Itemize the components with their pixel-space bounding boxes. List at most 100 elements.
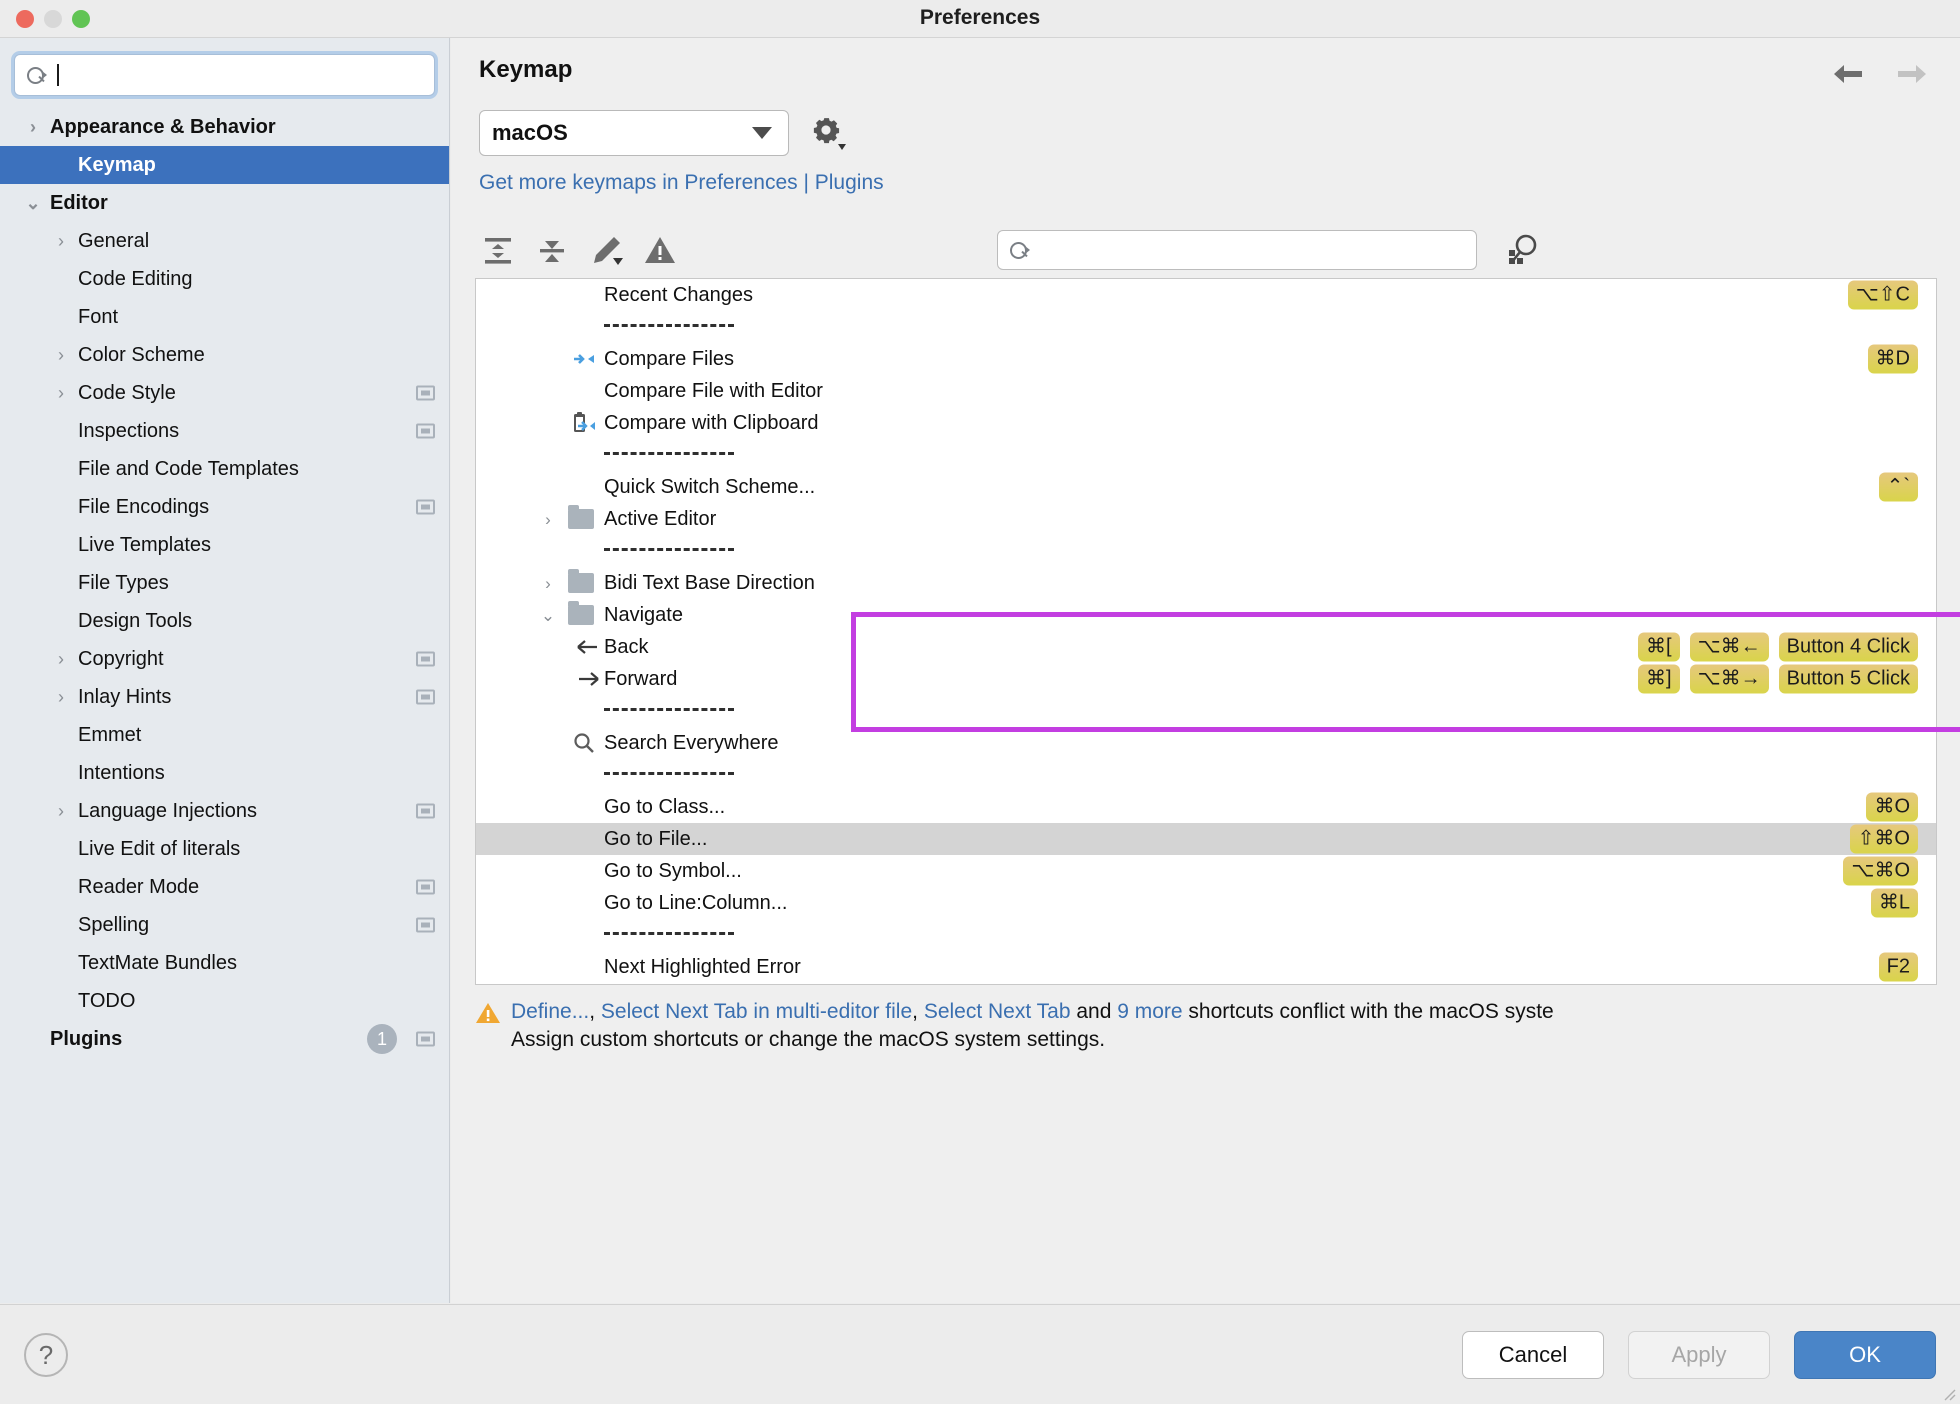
tree-row-label: Go to File... <box>604 827 708 850</box>
shortcut-badges: ⌃` <box>1878 472 1918 502</box>
sidebar-item-font[interactable]: Font <box>0 298 449 336</box>
sidebar-item-inspections[interactable]: Inspections <box>0 412 449 450</box>
shortcut-badge[interactable]: ⇧⌘O <box>1849 824 1918 854</box>
tree-action-row[interactable]: Quick Switch Scheme... ⌃` <box>476 471 1936 503</box>
shortcut-search-input[interactable] <box>997 230 1477 270</box>
shortcut-badge[interactable]: ⌘L <box>1870 888 1918 918</box>
get-more-keymaps-link[interactable]: Get more keymaps in Preferences | Plugin… <box>479 171 884 195</box>
sidebar-item-todo[interactable]: TODO <box>0 982 449 1020</box>
sidebar-item-emmet[interactable]: Emmet <box>0 716 449 754</box>
chevron-right-icon[interactable]: › <box>50 346 72 364</box>
sidebar-item-keymap[interactable]: Keymap <box>0 146 449 184</box>
back-button[interactable] <box>1828 58 1868 90</box>
sidebar-item-appearance-behavior[interactable]: › Appearance & Behavior <box>0 108 449 146</box>
tree-action-row[interactable]: Compare Files ⌘D <box>476 343 1936 375</box>
apply-button[interactable]: Apply <box>1628 1331 1770 1379</box>
chevron-right-icon[interactable]: › <box>538 511 558 528</box>
find-by-shortcut-button[interactable] <box>1501 230 1543 270</box>
conflict-link-select-next-tab-multi[interactable]: Select Next Tab in multi-editor file <box>601 1000 912 1023</box>
sidebar-item-editor[interactable]: ⌄ Editor <box>0 184 449 222</box>
chevron-right-icon[interactable]: › <box>50 802 72 820</box>
shortcut-badge[interactable]: ⌘[ <box>1638 632 1680 662</box>
chevron-right-icon[interactable]: › <box>50 232 72 250</box>
sidebar-item-textmate-bundles[interactable]: TextMate Bundles <box>0 944 449 982</box>
help-button[interactable]: ? <box>24 1333 68 1377</box>
sidebar-item-copyright[interactable]: › Copyright <box>0 640 449 678</box>
shortcut-badge[interactable]: ⌥⌘← <box>1689 632 1769 662</box>
shortcut-badge[interactable]: ⌥⇧C <box>1847 280 1918 310</box>
resize-grip-icon[interactable] <box>1942 1387 1956 1401</box>
chevron-right-icon[interactable]: › <box>50 650 72 668</box>
sidebar-item-language-injections[interactable]: › Language Injections <box>0 792 449 830</box>
shortcut-badge[interactable]: ⌃` <box>1878 472 1918 502</box>
sidebar-item-reader-mode[interactable]: Reader Mode <box>0 868 449 906</box>
arrow-left-icon <box>576 635 600 659</box>
conflict-link-more[interactable]: 9 more <box>1117 1000 1182 1023</box>
shortcut-badge[interactable]: F2 <box>1878 952 1918 982</box>
sidebar-item-general[interactable]: › General <box>0 222 449 260</box>
tree-action-row[interactable]: Compare with Clipboard <box>476 407 1936 439</box>
shortcut-badge[interactable]: ⌥⌘O <box>1843 856 1918 886</box>
tree-action-row[interactable]: Recent Changes ⌥⇧C <box>476 279 1936 311</box>
chevron-down-icon[interactable]: ⌄ <box>22 194 44 212</box>
conflict-link-select-next-tab[interactable]: Select Next Tab <box>924 1000 1071 1023</box>
chevron-down-icon[interactable]: ⌄ <box>538 607 558 624</box>
sidebar-item-live-edit-of-literals[interactable]: Live Edit of literals <box>0 830 449 868</box>
tree-action-row[interactable]: Go to Symbol... ⌥⌘O <box>476 855 1936 887</box>
tree-group-row[interactable]: ⌄ Navigate <box>476 599 1936 631</box>
chevron-right-icon[interactable]: › <box>538 575 558 592</box>
sidebar-item-intentions[interactable]: Intentions <box>0 754 449 792</box>
tree-action-row[interactable]: Compare File with Editor <box>476 375 1936 407</box>
tree-row-label: Active Editor <box>604 507 717 530</box>
edit-shortcut-button[interactable] <box>583 230 629 270</box>
expand-all-button[interactable] <box>475 230 521 270</box>
tree-group-row[interactable]: › Active Editor <box>476 503 1936 535</box>
tree-action-row[interactable]: Forward ⌘] ⌥⌘→ Button 5 Click <box>476 663 1936 695</box>
sidebar-item-spelling[interactable]: Spelling <box>0 906 449 944</box>
shortcut-badge[interactable]: ⌘D <box>1867 344 1918 374</box>
keymap-action-tree[interactable]: Recent Changes ⌥⇧C Compare Files ⌘D Compare … <box>475 278 1937 985</box>
sidebar-item-inlay-hints[interactable]: › Inlay Hints <box>0 678 449 716</box>
tree-action-row[interactable]: Go to File... ⇧⌘O <box>476 823 1936 855</box>
get-more-keymaps-link-text[interactable]: Get more keymaps in Preferences | Plugin… <box>479 171 884 194</box>
ok-button[interactable]: OK <box>1794 1331 1936 1379</box>
sidebar-item-live-templates[interactable]: Live Templates <box>0 526 449 564</box>
shortcut-badge[interactable]: Button 4 Click <box>1778 632 1918 662</box>
sidebar-item-plugins[interactable]: Plugins 1 <box>0 1020 449 1058</box>
keymap-select[interactable]: macOS <box>479 110 789 156</box>
sidebar-search-box[interactable] <box>14 54 435 96</box>
chevron-right-icon[interactable]: › <box>50 384 72 402</box>
conflict-line-1: Define..., Select Next Tab in multi-edit… <box>511 998 1960 1026</box>
sidebar-item-file-encodings[interactable]: File Encodings <box>0 488 449 526</box>
sidebar-item-label: Intentions <box>78 761 165 784</box>
conflict-link-define[interactable]: Define... <box>511 1000 589 1023</box>
sidebar-item-file-and-code-templates[interactable]: File and Code Templates <box>0 450 449 488</box>
shortcut-badges: ⌘O <box>1866 792 1918 822</box>
shortcut-badge[interactable]: Button 5 Click <box>1778 664 1918 694</box>
collapse-all-button[interactable] <box>529 230 575 270</box>
tree-row-label: Compare with Clipboard <box>604 411 819 434</box>
tree-action-row[interactable]: Go to Class... ⌘O <box>476 791 1936 823</box>
sidebar-item-design-tools[interactable]: Design Tools <box>0 602 449 640</box>
chevron-right-icon[interactable]: › <box>50 688 72 706</box>
tree-action-row[interactable]: Go to Line:Column... ⌘L <box>476 887 1936 919</box>
tree-action-row[interactable]: Back ⌘[⌥⌘← Button 4 Click <box>476 631 1936 663</box>
cancel-button[interactable]: Cancel <box>1462 1331 1604 1379</box>
show-conflicts-button[interactable] <box>637 230 683 270</box>
shortcut-badge[interactable]: ⌘O <box>1866 792 1918 822</box>
tree-group-row[interactable]: › Bidi Text Base Direction <box>476 567 1936 599</box>
tree-action-row[interactable]: Search Everywhere <box>476 727 1936 759</box>
tree-action-row[interactable]: Next Highlighted Error F2 <box>476 951 1936 983</box>
shortcut-badge[interactable]: ⌥⌘→ <box>1689 664 1769 694</box>
keymap-settings-gear-button[interactable] <box>811 115 847 151</box>
forward-button[interactable] <box>1892 58 1932 90</box>
sidebar-item-code-style[interactable]: › Code Style <box>0 374 449 412</box>
shortcut-badges: ⇧⌘O <box>1849 824 1918 854</box>
search-icon <box>27 66 49 84</box>
chevron-right-icon[interactable]: › <box>22 118 44 136</box>
shortcut-conflict-message: Define..., Select Next Tab in multi-edit… <box>475 998 1955 1055</box>
sidebar-item-color-scheme[interactable]: › Color Scheme <box>0 336 449 374</box>
shortcut-badge[interactable]: ⌘] <box>1638 664 1680 694</box>
sidebar-item-file-types[interactable]: File Types <box>0 564 449 602</box>
sidebar-item-code-editing[interactable]: Code Editing <box>0 260 449 298</box>
